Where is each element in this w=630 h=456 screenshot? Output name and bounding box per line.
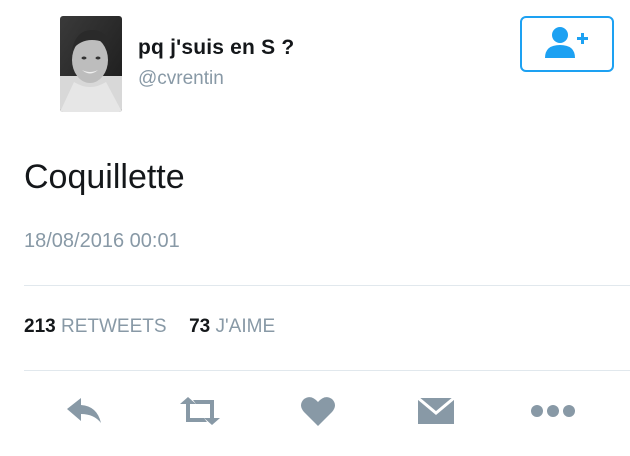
more-icon [530,404,576,423]
display-name[interactable]: pq j'suis en S ? [138,36,294,60]
heart-icon [300,395,336,432]
more-button[interactable] [529,390,577,436]
likes-count: 73 [189,316,211,337]
tweet-timestamp: 18/08/2016 00:01 [24,230,180,252]
message-button[interactable] [412,390,460,436]
likes-stat[interactable]: 73 J'AIME [189,316,275,337]
retweet-button[interactable] [176,390,224,436]
envelope-icon [417,396,455,430]
reply-icon [64,396,104,431]
action-bar [0,390,630,436]
avatar[interactable] [60,16,122,112]
divider [24,370,630,371]
add-user-icon [544,25,590,64]
user-handle[interactable]: @cvrentin [138,68,224,90]
likes-label: J'AIME [215,316,276,337]
retweets-stat[interactable]: 213 RETWEETS [24,316,172,337]
follow-button[interactable] [520,16,614,72]
retweets-label: RETWEETS [60,316,167,337]
divider [24,285,630,286]
reply-button[interactable] [60,390,108,436]
like-button[interactable] [294,390,342,436]
retweet-icon [176,396,224,431]
tweet-stats: 213 RETWEETS 73 J'AIME [24,316,275,338]
tweet-text: Coquillette [24,158,185,196]
retweets-count: 213 [24,316,56,337]
